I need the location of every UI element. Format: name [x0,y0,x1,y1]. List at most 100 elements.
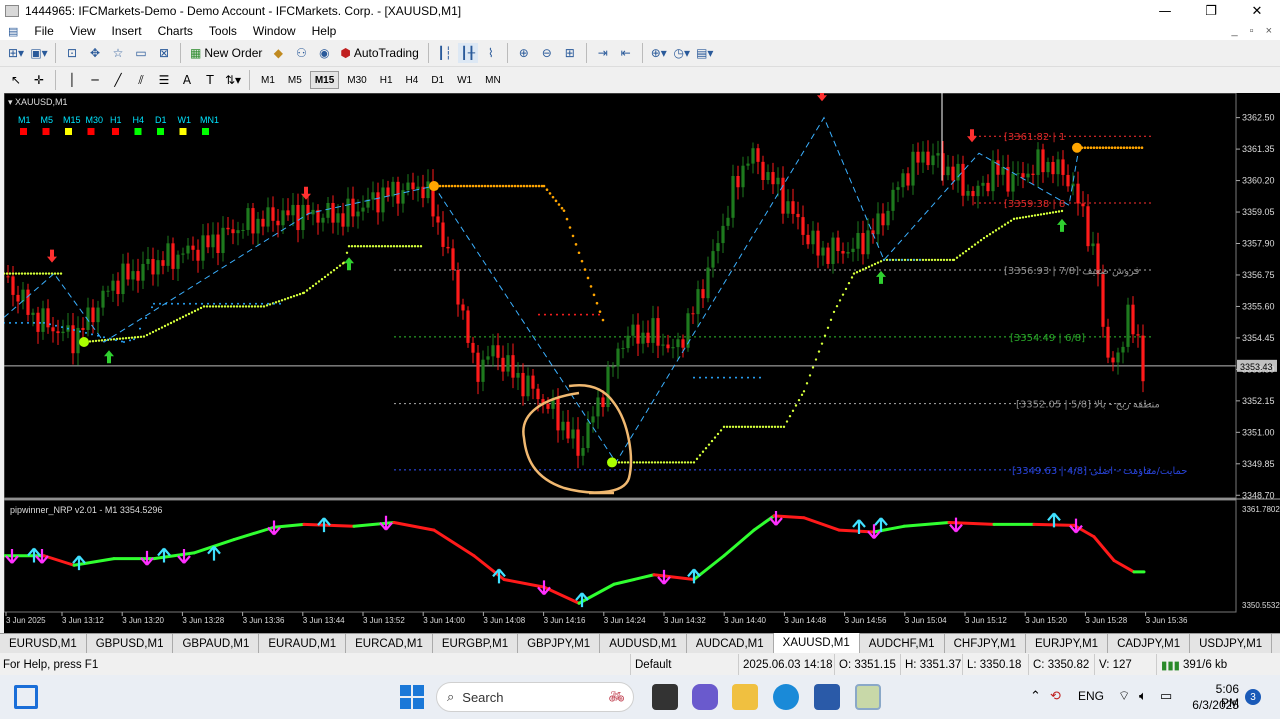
market-watch-icon[interactable]: ⊡ [62,43,82,63]
auto-scroll-icon[interactable]: ⇥ [593,43,613,63]
horizontal-line-icon[interactable]: ─ [85,70,105,90]
task-view-icon[interactable] [652,684,678,710]
chart-tab[interactable]: GBPAUD,M1 [173,634,260,653]
edge-icon[interactable] [773,684,799,710]
language-indicator[interactable]: ENG [1078,689,1104,703]
supertrend-dot [338,264,342,267]
chart-tab[interactable]: XAUUSD,M1 [773,633,860,653]
teams-icon[interactable] [692,684,718,710]
chart-tab[interactable]: EURGBP,M1 [432,634,519,653]
chart-tab[interactable]: EURUSD,M1 [0,634,87,653]
stop-dot [574,313,576,316]
equidistant-channel-icon[interactable]: ⫽ [131,70,151,90]
chart-tab[interactable]: EURCAD,M1 [346,634,433,653]
chart-tab[interactable]: GBP [1272,634,1280,653]
chart-tab[interactable]: AUDCAD,M1 [686,634,774,653]
clock-date[interactable]: 6/3/2025 [1186,698,1239,712]
chart-tab[interactable]: CHFJPY,M1 [944,634,1026,653]
candlestick-icon[interactable]: ┃╂ [457,43,478,63]
chart-tab[interactable]: USDJPY,M1 [1190,634,1273,653]
trendline-icon[interactable]: ╱ [108,70,128,90]
child-restore-icon[interactable]: ▫ [1250,25,1254,37]
candle-body [896,187,900,190]
zoom-in-icon[interactable]: ⊕ [514,43,534,63]
text-icon[interactable]: A [177,70,197,90]
chart-shift-icon[interactable]: ⇤ [616,43,636,63]
menu-view[interactable]: View [62,24,104,38]
supertrend-dot [988,233,992,236]
notification-badge[interactable]: 3 [1245,689,1261,705]
stop-dot [43,321,45,324]
child-close-icon[interactable]: × [1266,25,1272,37]
vertical-line-icon[interactable]: │ [62,70,82,90]
supertrend-dot [945,258,949,262]
menu-file[interactable]: File [26,24,61,38]
new-order-button[interactable]: ▦ New Order [187,43,265,63]
chart-tab[interactable]: CADJPY,M1 [1108,634,1191,653]
navigator-icon[interactable]: ☆ [108,43,128,63]
crosshair-icon[interactable]: ✛ [29,70,49,90]
file-explorer-icon[interactable] [732,684,758,710]
battery-icon[interactable]: ▭ [1160,688,1172,704]
tf-w1[interactable]: W1 [452,71,477,89]
price-chart[interactable]: ▾ XAUUSD,M1 M1 M5 M15 M30 H1 H4 D1 W1 MN1 pipwin… [2,88,1280,633]
widgets-icon[interactable] [14,685,38,709]
tf-m1[interactable]: M1 [256,71,280,89]
indicators-icon[interactable]: ⊕▾ [649,43,669,63]
wifi-icon[interactable]: ⌔ [1118,688,1130,704]
tf-m30[interactable]: M30 [342,71,371,89]
store-icon[interactable] [814,684,840,710]
supertrend-dot [1057,210,1061,213]
tf-d1[interactable]: D1 [426,71,449,89]
market-icon[interactable]: ◉ [314,43,334,63]
tf-m15[interactable]: M15 [309,71,340,89]
menu-window[interactable]: Window [245,24,304,38]
supertrend-dot [994,229,998,232]
taskbar-search[interactable]: ⌕ Search 🚲︎ [436,682,634,712]
candle-body [376,192,380,213]
metatrader-icon[interactable] [855,684,881,710]
text-label-icon[interactable]: T [200,70,220,90]
terminal-icon[interactable]: ▭ [131,43,151,63]
tf-h1[interactable]: H1 [375,71,398,89]
volume-icon[interactable]: 🔈︎ [1139,688,1147,704]
templates-icon[interactable]: ▤▾ [695,43,715,63]
chart-tab[interactable]: EURJPY,M1 [1026,634,1109,653]
strategy-tester-icon[interactable]: ⊠ [154,43,174,63]
chart-tab[interactable]: GBPJPY,M1 [518,634,601,653]
arrows-icon[interactable]: ⇅▾ [223,70,243,90]
tf-mn[interactable]: MN [480,71,506,89]
line-chart-icon[interactable]: ⌇ [481,43,501,63]
data-window-icon[interactable]: ✥ [85,43,105,63]
maximize-button[interactable]: ❐ [1188,0,1234,22]
new-chart-icon[interactable]: ⊞▾ [6,43,26,63]
tray-app-icon[interactable]: ⟲ [1050,688,1061,704]
menu-insert[interactable]: Insert [104,24,150,38]
zoom-out-icon[interactable]: ⊖ [537,43,557,63]
menu-help[interactable]: Help [304,24,345,38]
bar-chart-icon[interactable]: ┃┆ [435,43,455,63]
tray-chevron-icon[interactable]: ⌃ [1030,688,1041,704]
cursor-icon[interactable]: ↖ [6,70,26,90]
close-button[interactable]: ✕ [1234,0,1280,22]
chart-tab[interactable]: AUDUSD,M1 [600,634,687,653]
tf-m5[interactable]: M5 [283,71,307,89]
periods-icon[interactable]: ◷▾ [672,43,692,63]
profiles-icon[interactable]: ▣▾ [29,43,49,63]
chart-tab[interactable]: GBPUSD,M1 [86,634,174,653]
tf-h4[interactable]: H4 [401,71,424,89]
chart-tab[interactable]: AUDCHF,M1 [859,634,945,653]
child-minimize-icon[interactable]: _ [1232,25,1238,37]
chart-window[interactable]: ▾ XAUUSD,M1 M1 M5 M15 M30 H1 H4 D1 W1 MN1 pipwin… [2,88,1280,633]
start-icon[interactable] [400,685,424,709]
autotrading-button[interactable]: ⬢ AutoTrading [337,43,421,63]
tile-windows-icon[interactable]: ⊞ [560,43,580,63]
child-window-icon[interactable]: ▤ [0,25,26,38]
minimize-button[interactable]: — [1142,0,1188,22]
menu-charts[interactable]: Charts [150,24,201,38]
menu-tools[interactable]: Tools [201,24,245,38]
metaeditor-icon[interactable]: ◆ [268,43,288,63]
chart-tab[interactable]: EURAUD,M1 [259,634,347,653]
fibonacci-icon[interactable]: ☰ [154,70,174,90]
signals-icon[interactable]: ⚇ [291,43,311,63]
